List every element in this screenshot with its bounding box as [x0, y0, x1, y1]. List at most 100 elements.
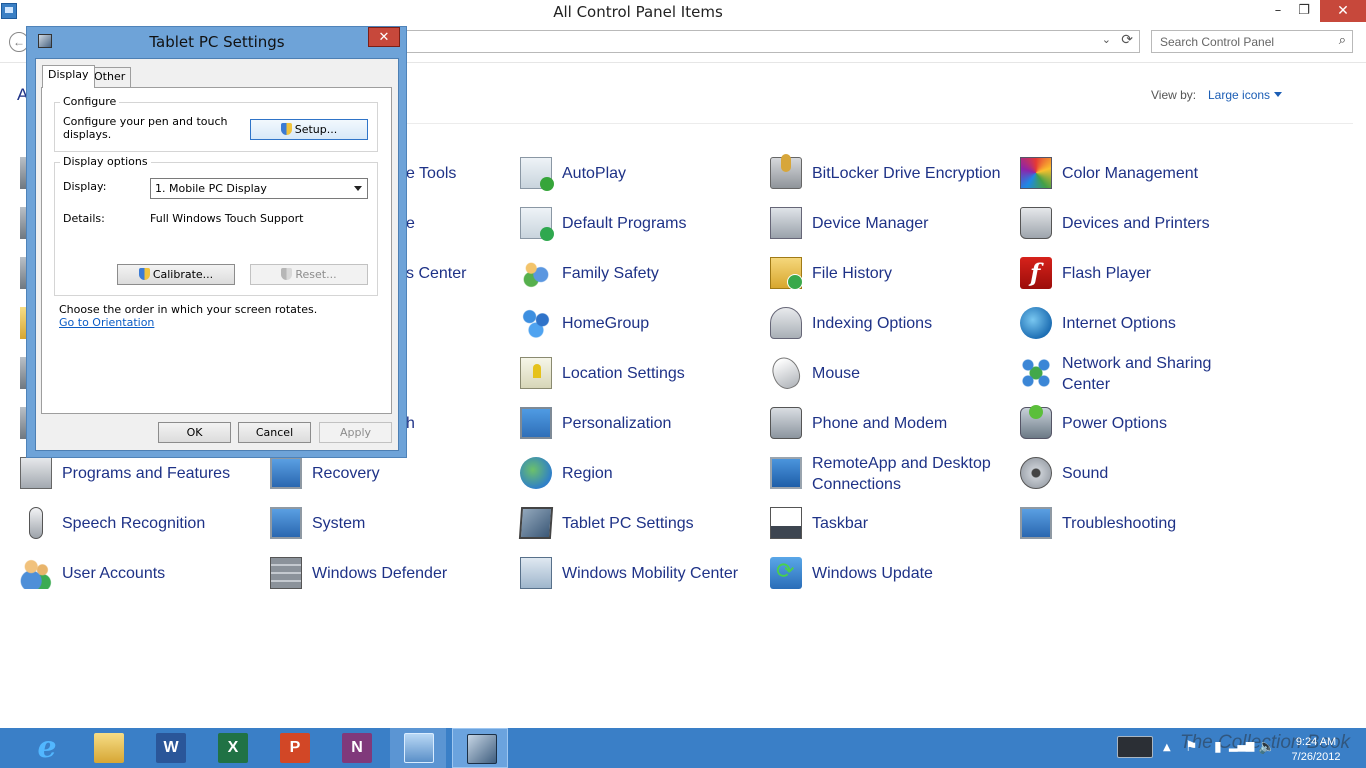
tablet-pc-icon: [518, 507, 554, 539]
cp-item-bitlocker[interactable]: BitLocker Drive Encryption: [770, 151, 1010, 195]
cp-item-windows-mobility-center[interactable]: Windows Mobility Center: [520, 551, 760, 595]
cp-item-region[interactable]: Region: [520, 451, 760, 495]
color-management-icon: [1020, 157, 1052, 189]
divider: [400, 123, 1353, 124]
cp-item-power-options[interactable]: Power Options: [1020, 401, 1260, 445]
cp-item-action-center[interactable]: s Center: [406, 251, 486, 295]
cp-item-user-accounts[interactable]: User Accounts: [20, 551, 260, 595]
cp-item-family-safety[interactable]: Family Safety: [520, 251, 760, 295]
cp-item-indexing-options[interactable]: Indexing Options: [770, 301, 1010, 345]
cp-item-network-and-sharing-center[interactable]: Network and Sharing Center: [1020, 351, 1260, 395]
clock-time: 9:24 AM: [1295, 736, 1337, 748]
cp-item-partial[interactable]: h: [406, 401, 436, 445]
cp-item-label: Flash Player: [1062, 265, 1151, 282]
cp-item-homegroup[interactable]: HomeGroup: [520, 301, 760, 345]
cp-item-default-programs[interactable]: Default Programs: [520, 201, 760, 245]
reset-button[interactable]: Reset...: [250, 264, 368, 285]
cp-item-sound[interactable]: Sound: [1020, 451, 1260, 495]
bitlocker-key-icon: [770, 154, 802, 189]
cp-item-flash-player[interactable]: Flash Player: [1020, 251, 1260, 295]
close-button[interactable]: ✕: [1320, 0, 1366, 22]
internet-explorer-icon: e: [37, 730, 57, 765]
cp-item-troubleshooting[interactable]: Troubleshooting: [1020, 501, 1260, 545]
cp-item-remoteapp[interactable]: RemoteApp and Desktop Connections: [770, 451, 1010, 495]
cp-item-autoplay[interactable]: AutoPlay: [520, 151, 760, 195]
file-history-icon: [770, 257, 803, 290]
cp-item-file-history[interactable]: File History: [770, 251, 1010, 295]
taskbar-excel[interactable]: X: [204, 728, 260, 768]
cp-item-windows-update[interactable]: Windows Update: [770, 551, 1010, 595]
cp-item-tablet-pc-settings[interactable]: Tablet PC Settings: [518, 501, 760, 545]
configure-description-line: displays.: [63, 128, 112, 141]
calibrate-button[interactable]: Calibrate...: [117, 264, 235, 285]
cp-item-label: Programs and Features: [62, 465, 231, 482]
search-input[interactable]: Search Control Panel ⌕: [1151, 30, 1353, 53]
cp-item-label: Location Settings: [562, 365, 685, 382]
dialog-body: Display Other Configure Configure your p…: [35, 58, 399, 451]
address-dropdown-icon[interactable]: ⌄: [1102, 33, 1111, 46]
dialog-close-button[interactable]: ✕: [368, 27, 400, 47]
go-to-orientation-link[interactable]: Go to Orientation: [59, 316, 154, 329]
tab-display[interactable]: Display: [42, 65, 95, 88]
taskbar-onenote[interactable]: N: [328, 728, 384, 768]
ok-button[interactable]: OK: [158, 422, 231, 443]
refresh-icon[interactable]: ⟳: [1121, 32, 1133, 48]
taskbar-internet-explorer[interactable]: e: [18, 728, 74, 768]
cp-item-devices-and-printers[interactable]: Devices and Printers: [1020, 201, 1260, 245]
uac-shield-icon: [138, 268, 150, 280]
programs-features-icon: [20, 457, 52, 489]
cp-item-taskbar[interactable]: Taskbar: [770, 501, 1010, 545]
cp-item-windows-defender[interactable]: Windows Defender: [270, 551, 510, 595]
setup-button[interactable]: Setup...: [250, 119, 368, 140]
maximize-button[interactable]: ❐: [1290, 0, 1318, 22]
cp-item-internet-options[interactable]: Internet Options: [1020, 301, 1260, 345]
minimize-button[interactable]: –: [1264, 0, 1292, 22]
clock[interactable]: 9:24 AM 7/26/2012: [1286, 735, 1346, 765]
taskbar-powerpoint[interactable]: P: [266, 728, 322, 768]
mobility-center-icon: [520, 557, 552, 589]
display-select-value: 1. Mobile PC Display: [155, 182, 267, 195]
window-title-bar: All Control Panel Items – ❐ ✕: [0, 0, 1366, 24]
touch-keyboard-icon[interactable]: [1117, 736, 1153, 758]
display-options-group: Display options Display: 1. Mobile PC Di…: [54, 155, 378, 296]
search-icon[interactable]: ⌕: [1339, 33, 1346, 48]
apply-button[interactable]: Apply: [319, 422, 392, 443]
action-center-flag-icon[interactable]: ⚑: [1185, 739, 1198, 755]
cp-item-speech-recognition[interactable]: Speech Recognition: [20, 501, 260, 545]
cp-item-color-management[interactable]: Color Management: [1020, 151, 1260, 195]
cp-item-label: Mouse: [812, 365, 861, 382]
cp-item-label: Phone and Modem: [812, 415, 948, 432]
address-bar[interactable]: ⌄ ⟳: [400, 30, 1140, 53]
taskbar: e W X P N: [0, 728, 1366, 768]
cp-item-location-settings[interactable]: Location Settings: [520, 351, 760, 395]
show-hidden-icons-icon[interactable]: ▲: [1163, 742, 1171, 753]
display-select[interactable]: 1. Mobile PC Display: [150, 178, 368, 199]
cp-item-system[interactable]: System: [270, 501, 510, 545]
dialog-title-bar[interactable]: Tablet PC Settings ✕: [27, 27, 406, 55]
cp-item-label-line: RemoteApp and Desktop: [812, 455, 991, 472]
cancel-button[interactable]: Cancel: [238, 422, 311, 443]
cp-item-device-manager[interactable]: Device Manager: [770, 201, 1010, 245]
cp-item-mouse[interactable]: Mouse: [767, 351, 1010, 395]
taskbar-tablet-pc-settings[interactable]: [452, 728, 508, 768]
uac-shield-icon: [281, 268, 293, 280]
cp-item-partial[interactable]: e: [406, 201, 436, 245]
cp-item-phone-and-modem[interactable]: Phone and Modem: [770, 401, 1010, 445]
cp-item-personalization[interactable]: Personalization: [520, 401, 760, 445]
family-safety-icon: [520, 257, 552, 289]
cp-item-label: System: [312, 515, 366, 532]
taskbar-control-panel[interactable]: [390, 728, 446, 768]
cp-item-label: Recovery: [312, 465, 380, 482]
volume-icon[interactable]: 🔈: [1258, 739, 1275, 755]
network-signal-icon[interactable]: ▂▄▆: [1229, 739, 1254, 752]
cp-item-label: Family Safety: [562, 265, 659, 282]
calibrate-button-label: Calibrate...: [152, 268, 214, 281]
taskbar-file-explorer[interactable]: [80, 728, 136, 768]
cp-item-label: Windows Defender: [312, 565, 448, 582]
battery-icon[interactable]: ▮: [1214, 739, 1222, 755]
taskbar-word[interactable]: W: [142, 728, 198, 768]
cp-item-administrative-tools[interactable]: e Tools: [406, 151, 486, 195]
view-by-dropdown[interactable]: Large icons: [1208, 88, 1283, 102]
power-options-icon: [1020, 405, 1052, 439]
details-value: Full Windows Touch Support: [150, 212, 304, 225]
